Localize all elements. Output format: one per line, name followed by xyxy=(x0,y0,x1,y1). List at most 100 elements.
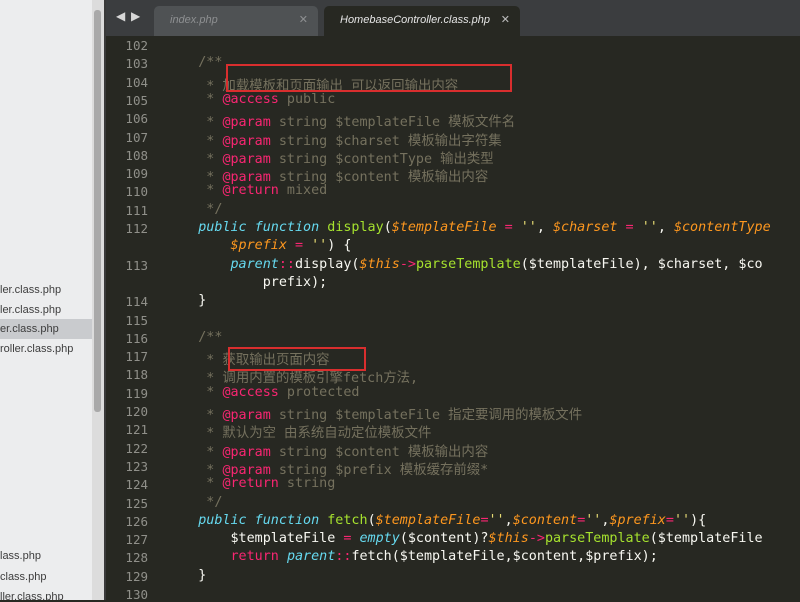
line-number: 113 xyxy=(125,257,148,273)
code-token: protected xyxy=(278,384,360,400)
sidebar-file-item[interactable]: ller.class.php xyxy=(0,587,64,600)
code-token: '' xyxy=(641,220,658,235)
code-line[interactable]: $prefix = '') { xyxy=(166,238,352,254)
code-line[interactable]: parent::display($this->parseTemplate($te… xyxy=(166,257,763,272)
code-line[interactable]: * @param string $templateFile 模板文件名 xyxy=(166,110,515,130)
code-line[interactable]: * @param string $content 模板输出内容 xyxy=(166,165,488,185)
sidebar-file-item[interactable]: roller.class.php xyxy=(0,339,73,359)
tab-label: HomebaseController.class.php xyxy=(340,14,490,26)
code-token: @return xyxy=(222,476,279,492)
code-line[interactable]: */ xyxy=(166,202,222,217)
code-line[interactable]: /** xyxy=(166,55,222,70)
code-token: $prefix xyxy=(230,238,287,254)
code-line[interactable]: public function fetch($templateFile='',$… xyxy=(166,513,706,528)
line-number: 118 xyxy=(125,367,148,383)
code-token: $contentType xyxy=(673,220,771,235)
code-token: parseTemplate xyxy=(544,531,650,547)
code-token: } xyxy=(166,293,207,309)
tab-close-icon[interactable]: ✕ xyxy=(501,13,510,26)
line-number: 112 xyxy=(125,221,148,236)
code-line[interactable]: * @access public xyxy=(166,92,335,107)
code-token: @access xyxy=(222,384,279,400)
tab-label: index.php xyxy=(170,14,218,26)
code-line[interactable]: $templateFile = empty($content)?$this->p… xyxy=(166,531,762,547)
code-token: '' xyxy=(311,238,328,254)
code-token: $this xyxy=(488,531,529,547)
sidebar-file-item[interactable]: lass.php xyxy=(0,546,41,566)
sidebar-file-item-selected[interactable]: er.class.php xyxy=(0,319,92,339)
tab-back-arrow-icon[interactable]: ◀ xyxy=(116,9,125,23)
code-token: */ xyxy=(166,201,223,217)
code-token: , xyxy=(536,220,553,235)
code-line[interactable]: * @return mixed xyxy=(166,183,327,198)
code-editor[interactable]: 102 103 104 105 106 107 108 109 110 111 112 113 114 1… xyxy=(106,36,800,602)
code-token: = xyxy=(496,220,521,235)
code-line[interactable]: * @param string $templateFile 指定要调用的模板文件 xyxy=(166,403,582,423)
line-number: 121 xyxy=(125,422,148,438)
code-line[interactable]: */ xyxy=(166,495,222,510)
line-number: 103 xyxy=(125,56,148,72)
code-line[interactable]: /** xyxy=(166,330,222,345)
code-token: ($templateFile), $charset, $co xyxy=(520,256,763,272)
code-token: mixed xyxy=(278,183,328,199)
sidebar-file-item[interactable]: ler.class.php xyxy=(0,280,61,300)
code-token: * xyxy=(166,384,223,400)
code-token: = xyxy=(480,512,489,528)
code-token: fetch($templateFile,$content,$prefix); xyxy=(351,549,658,565)
code-token: $charset xyxy=(553,220,618,235)
line-number: 126 xyxy=(125,513,148,529)
code-token: string xyxy=(278,476,336,492)
highlight-box-fetch-comment xyxy=(228,347,366,371)
code-token: } xyxy=(166,567,207,583)
sidebar-scrollbar-thumb[interactable] xyxy=(94,10,101,412)
code-token: * xyxy=(166,91,223,107)
line-number: 104 xyxy=(125,74,148,90)
code-token: = xyxy=(665,512,674,528)
line-number: 106 xyxy=(125,111,148,127)
code-line[interactable]: public function display($templateFile = … xyxy=(166,220,771,235)
code-token: empty xyxy=(359,531,400,547)
code-token: ( xyxy=(367,512,376,528)
code-token: /** xyxy=(166,329,223,345)
code-token: ) { xyxy=(327,238,352,254)
code-token: $this xyxy=(359,256,400,272)
tab-index-php[interactable]: index.php ✕ xyxy=(154,6,318,36)
code-token: * xyxy=(166,476,223,492)
code-line[interactable]: * @access protected xyxy=(166,384,360,400)
code-token: $templateFile xyxy=(166,531,344,547)
code-line[interactable]: * @param string $prefix 模板缓存前缀* xyxy=(166,458,488,478)
tab-close-icon[interactable]: ✕ xyxy=(299,13,308,26)
code-line[interactable]: } xyxy=(166,293,206,308)
code-token: :: xyxy=(278,256,295,272)
sidebar-file-item[interactable]: class.php xyxy=(0,567,46,587)
sidebar-file-item[interactable]: ler.class.php xyxy=(0,300,61,320)
tab-homebasecontroller[interactable]: HomebaseController.class.php ✕ xyxy=(324,6,520,36)
sidebar-scrollbar[interactable] xyxy=(92,0,104,600)
line-number: 122 xyxy=(125,440,148,456)
code-token: , xyxy=(504,512,513,528)
line-number: 128 xyxy=(125,550,148,566)
code-token: return xyxy=(166,549,287,565)
line-number: 129 xyxy=(125,568,148,584)
tab-forward-arrow-icon[interactable]: ▶ xyxy=(131,9,140,23)
code-token: '' xyxy=(585,512,602,528)
line-number: 115 xyxy=(125,312,148,328)
code-line[interactable]: prefix); xyxy=(166,274,328,290)
tab-bar: ◀ ▶ index.php ✕ HomebaseController.class… xyxy=(106,0,800,36)
code-token: display( xyxy=(295,256,360,272)
line-number: 124 xyxy=(125,477,148,493)
code-token: */ xyxy=(166,494,223,510)
code-line[interactable]: * @param string $content 模板输出内容 xyxy=(166,440,488,460)
code-line[interactable]: * 默认为空 由系统自动定位模板文件 xyxy=(166,421,431,441)
code-line[interactable]: * @return string xyxy=(166,476,335,491)
code-line[interactable]: * @param string $charset 模板输出字符集 xyxy=(166,129,501,149)
highlight-box-display-comment xyxy=(226,64,512,92)
code-line[interactable]: } xyxy=(166,568,206,583)
code-token: -> xyxy=(399,256,416,272)
code-line[interactable]: * @param string $contentType 输出类型 xyxy=(166,147,493,167)
code-token: ( xyxy=(383,220,392,235)
code-line[interactable]: return parent::fetch($templateFile,$cont… xyxy=(166,549,658,565)
code-token: prefix); xyxy=(166,274,328,290)
